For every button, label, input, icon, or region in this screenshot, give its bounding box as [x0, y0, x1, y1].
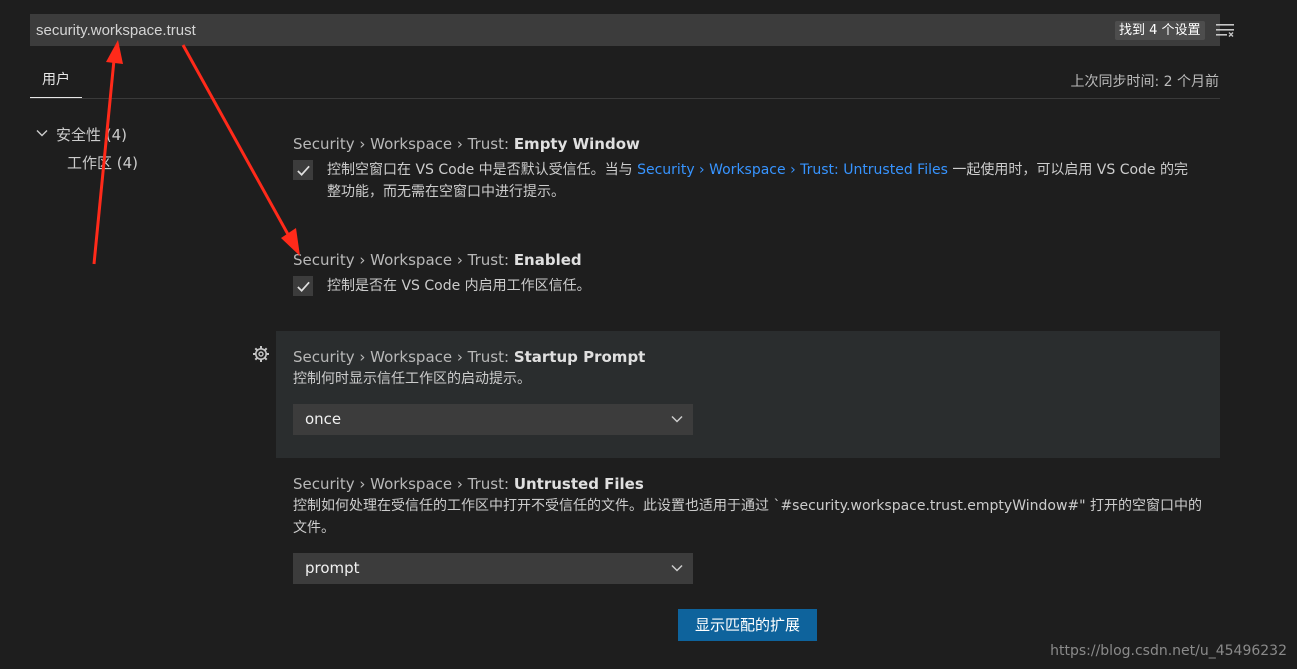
chevron-down-icon [671, 415, 683, 423]
chevron-down-icon [671, 564, 683, 572]
untrusted-files-select[interactable]: prompt [293, 553, 693, 584]
startup-prompt-select[interactable]: once [293, 404, 693, 435]
watermark: https://blog.csdn.net/u_45496232 [1050, 643, 1287, 659]
filter-list-icon[interactable] [1216, 24, 1234, 37]
untrusted-files-setting-link[interactable]: Security › Workspace › Trust: Untrusted … [637, 162, 948, 178]
setting-startup-prompt: Security › Workspace › Trust: Startup Pr… [276, 331, 1220, 458]
gear-icon[interactable] [252, 345, 270, 363]
setting-title: Security › Workspace › Trust: Enabled [293, 251, 582, 269]
tab-user[interactable]: 用户 [30, 70, 82, 98]
setting-description: 控制是否在 VS Code 内启用工作区信任。 [327, 278, 591, 294]
setting-untrusted-files: Security › Workspace › Trust: Untrusted … [276, 475, 1220, 595]
enabled-checkbox[interactable] [293, 276, 313, 296]
settings-search-input[interactable] [30, 14, 1070, 46]
toc-item-workspace[interactable]: 工作区 (4) [67, 152, 138, 173]
settings-search-bar: 找到 4 个设置 [30, 14, 1234, 46]
search-result-count-badge: 找到 4 个设置 [1115, 21, 1205, 40]
setting-title: Security › Workspace › Trust: Startup Pr… [293, 348, 646, 366]
chevron-down-icon[interactable] [36, 127, 48, 139]
setting-description: 控制何时显示信任工作区的启动提示。 [293, 371, 531, 387]
sync-status: 上次同步时间: 2 个月前 [1070, 74, 1219, 90]
check-icon [297, 281, 310, 292]
setting-title: Security › Workspace › Trust: Untrusted … [293, 475, 644, 493]
setting-enabled: Security › Workspace › Trust: Enabled 控制… [276, 251, 1220, 311]
tabs-divider [30, 98, 1220, 99]
setting-description: 控制空窗口在 VS Code 中是否默认受信任。当与 Security › Wo… [327, 162, 1188, 200]
setting-description: 控制如何处理在受信任的工作区中打开不受信任的文件。此设置也适用于通过 `#sec… [293, 498, 1203, 536]
empty-window-checkbox[interactable] [293, 160, 313, 180]
setting-title: Security › Workspace › Trust: Empty Wind… [293, 135, 640, 153]
toc-item-security[interactable]: 安全性 (4) [56, 124, 127, 145]
setting-empty-window: Security › Workspace › Trust: Empty Wind… [276, 135, 1220, 225]
check-icon [297, 165, 310, 176]
show-matching-extensions-button[interactable]: 显示匹配的扩展 [678, 609, 817, 641]
